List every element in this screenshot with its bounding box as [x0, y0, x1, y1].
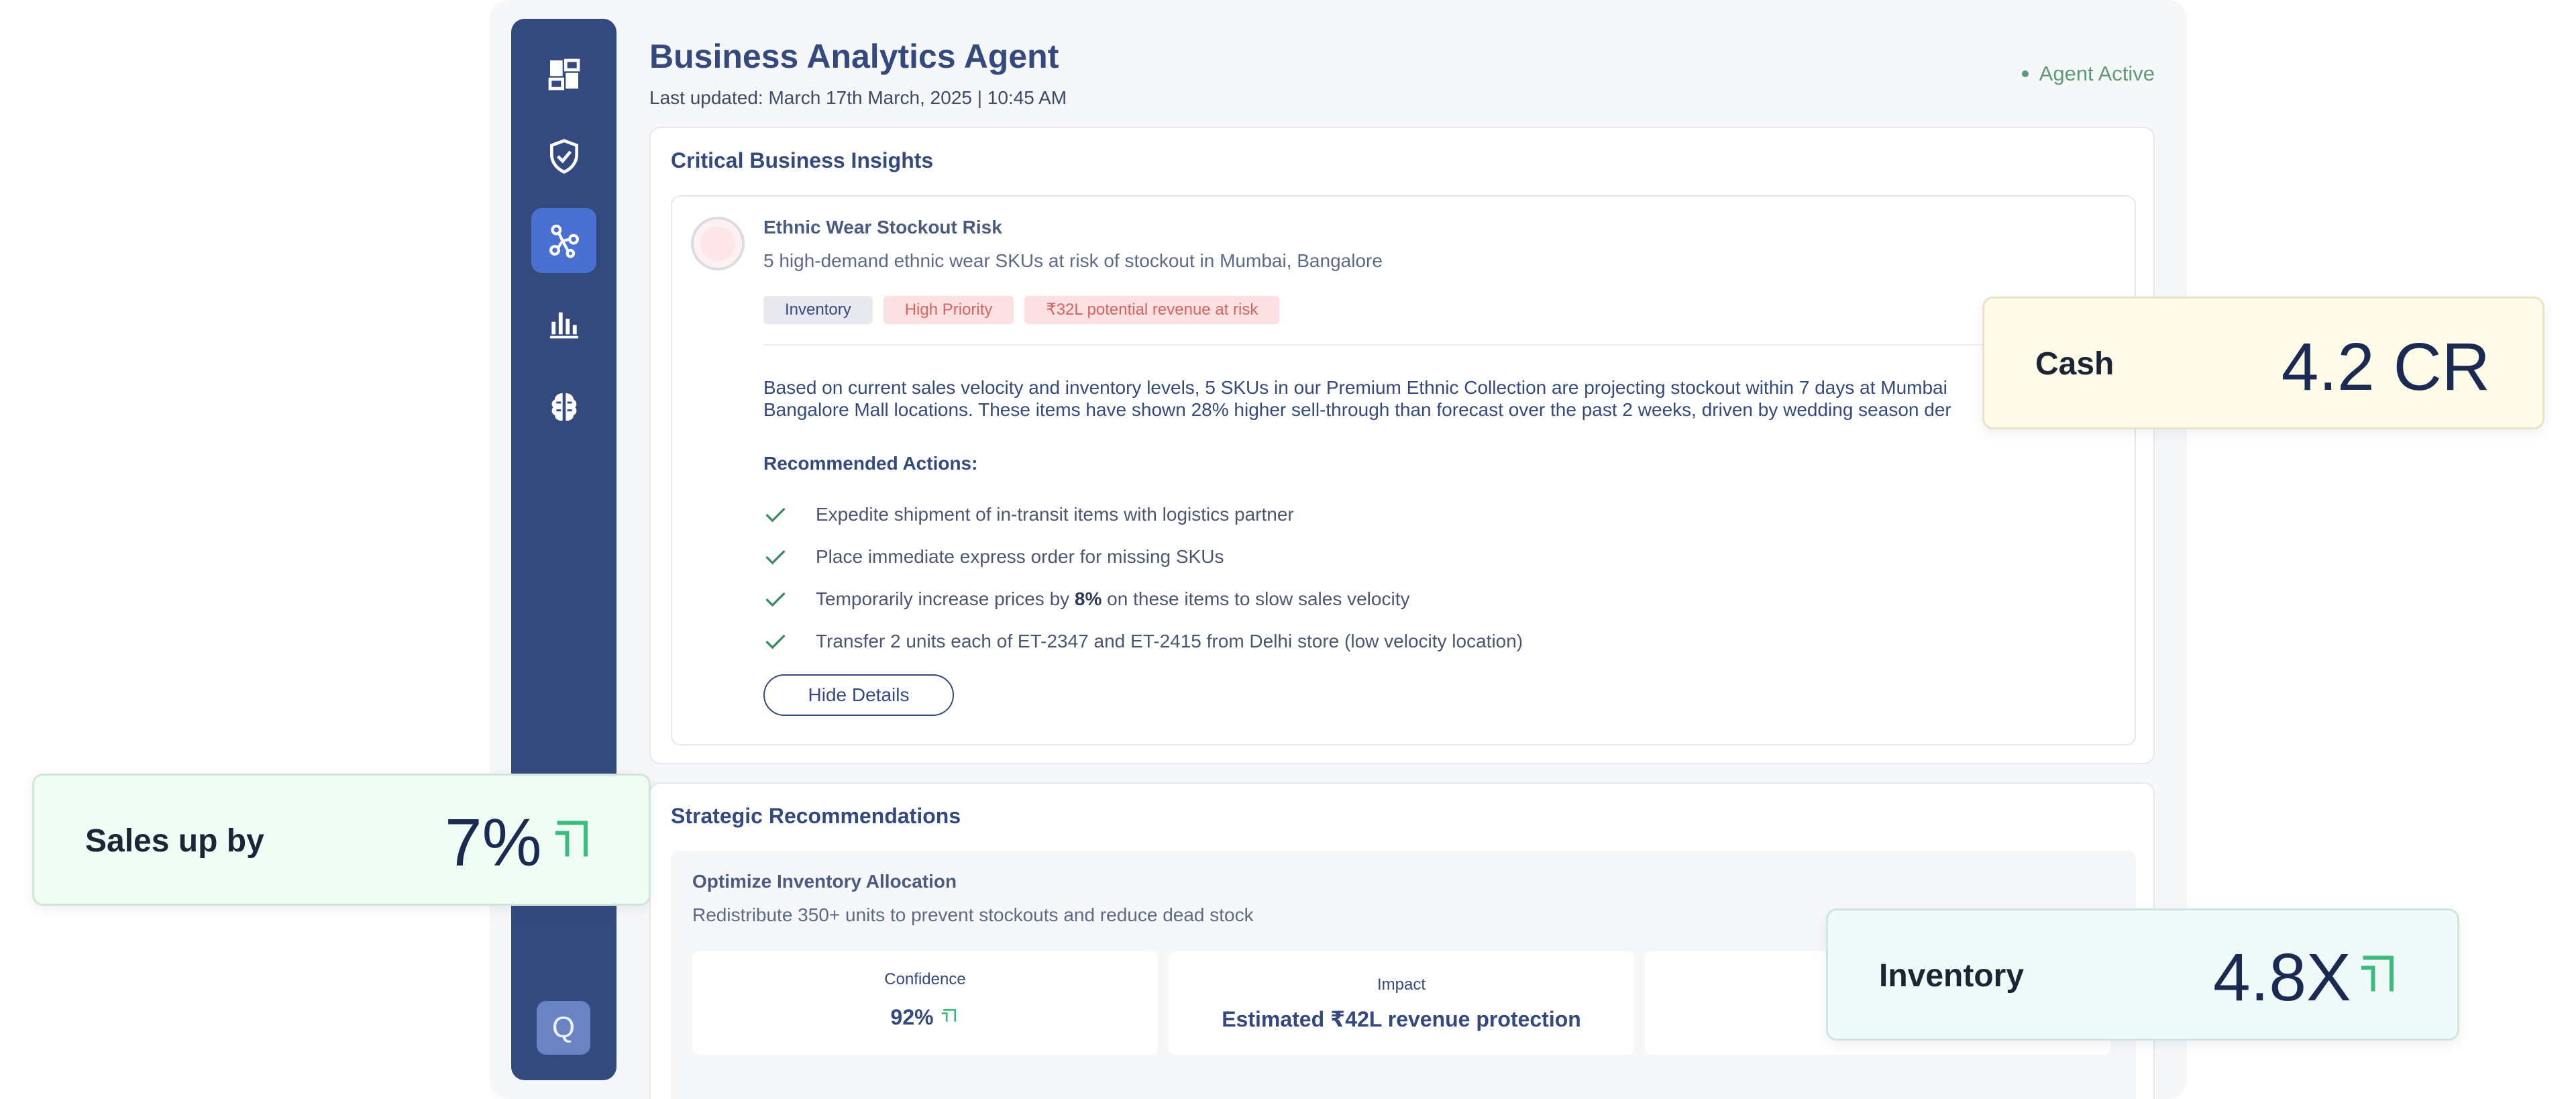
action-text: Transfer 2 units each of ET-2347 and ET-… — [816, 630, 1523, 651]
check-icon — [763, 503, 788, 527]
bar-chart-icon — [549, 312, 578, 338]
dashboard-icon — [548, 58, 580, 90]
kpi-label: Inventory — [1879, 958, 2025, 994]
insight-subtitle: 5 high-demand ethnic wear SKUs at risk o… — [763, 250, 1383, 271]
risk-indicator-icon — [691, 217, 745, 270]
network-icon — [549, 224, 579, 258]
brain-icon — [551, 392, 576, 421]
kpi-value: 7% — [445, 805, 542, 880]
check-icon — [763, 587, 788, 611]
page-title: Business Analytics Agent — [649, 38, 1059, 75]
impact-metric: Impact Estimated ₹42L revenue protection — [1169, 951, 1634, 1055]
insight-description: Based on current sales velocity and inve… — [763, 376, 2038, 421]
tag-category: Inventory — [763, 296, 873, 324]
nav-network[interactable] — [531, 208, 596, 273]
sales-kpi-card: Sales up by 7% — [32, 774, 651, 906]
agent-status-label: Agent Active — [2039, 62, 2155, 85]
insight-card: Ethnic Wear Stockout Risk 5 high-demand … — [671, 195, 2136, 745]
kpi-label: Sales up by — [85, 823, 264, 859]
divider — [763, 344, 2118, 346]
insight-tags: Inventory High Priority ₹32L potential r… — [763, 296, 1280, 324]
hide-details-button[interactable]: Hide Details — [763, 674, 954, 716]
actions-list: Expedite shipment of in-transit items wi… — [763, 493, 1523, 662]
recommendation-title: Optimize Inventory Allocation — [692, 871, 957, 892]
list-item: Expedite shipment of in-transit items wi… — [763, 493, 1523, 535]
arrow-up-right-icon — [552, 816, 592, 860]
last-updated: Last updated: March 17th March, 2025 | 1… — [649, 87, 1067, 108]
metric-label: Impact — [1377, 976, 1426, 994]
check-icon — [763, 629, 788, 653]
arrow-up-right-icon — [942, 1008, 957, 1022]
tag-priority: High Priority — [883, 296, 1014, 324]
confidence-metric: Confidence 92% — [692, 951, 1158, 1055]
strategic-title: Strategic Recommendations — [671, 804, 961, 828]
status-dot-icon — [2021, 70, 2029, 77]
action-text: Temporarily increase prices by 8% on the… — [816, 588, 1410, 609]
metric-value: Estimated ₹42L revenue protection — [1222, 1007, 1581, 1031]
list-item: Place immediate express order for missin… — [763, 535, 1523, 578]
insight-title: Ethnic Wear Stockout Risk — [763, 217, 1002, 238]
insight-description-line: Bangalore Mall locations. These items ha… — [763, 399, 1951, 420]
insights-title: Critical Business Insights — [671, 148, 934, 172]
tag-revenue-risk: ₹32L potential revenue at risk — [1024, 296, 1280, 324]
arrow-up-right-icon — [2358, 951, 2398, 995]
nav-security[interactable] — [531, 123, 596, 189]
kpi-value: 4.2 CR — [2281, 329, 2490, 405]
inventory-kpi-card: Inventory 4.8X — [1826, 908, 2459, 1041]
recommended-actions-heading: Recommended Actions: — [763, 453, 978, 474]
sidebar: Q — [511, 19, 616, 1080]
action-text: Place immediate express order for missin… — [816, 545, 1224, 567]
assistant-button[interactable]: Q — [537, 1001, 590, 1055]
kpi-value: 4.8X — [2213, 940, 2351, 1015]
cash-kpi-card: Cash 4.2 CR — [1982, 297, 2544, 429]
kpi-label: Cash — [2035, 346, 2114, 382]
check-icon — [763, 545, 788, 569]
shield-check-icon — [549, 138, 578, 174]
recommendation-subtitle: Redistribute 350+ units to prevent stock… — [692, 904, 1254, 925]
action-text: Expedite shipment of in-transit items wi… — [816, 503, 1294, 525]
list-item: Temporarily increase prices by 8% on the… — [763, 578, 1523, 620]
insights-panel: Critical Business Insights Ethnic Wear S… — [649, 127, 2155, 764]
nav-analytics[interactable] — [531, 291, 596, 356]
metric-value: 92% — [692, 1005, 1158, 1030]
nav-dashboard[interactable] — [531, 42, 596, 107]
metric-label: Confidence — [884, 970, 966, 988]
insight-description-line: Based on current sales velocity and inve… — [763, 377, 1947, 398]
nav-ai[interactable] — [531, 374, 596, 439]
list-item: Transfer 2 units each of ET-2347 and ET-… — [763, 620, 1523, 662]
agent-status: Agent Active — [2021, 62, 2155, 86]
